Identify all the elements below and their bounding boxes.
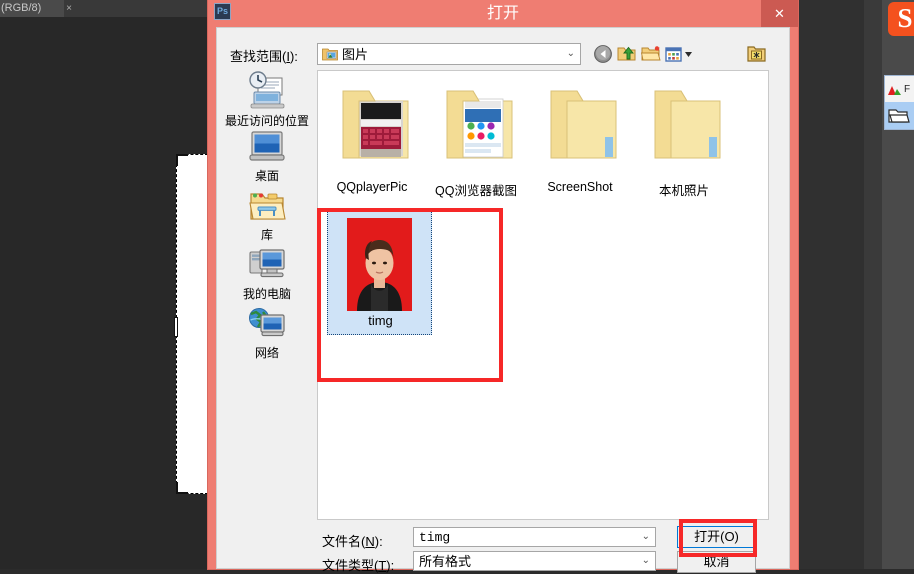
network-icon [249, 308, 285, 337]
document-tab-label: (RGB/8) [1, 2, 42, 14]
marquee-handle-middle[interactable] [174, 317, 178, 337]
snapseed-logo-icon: S [888, 2, 914, 36]
id-photo-image [347, 218, 412, 311]
recent-places-icon [249, 71, 285, 109]
marquee-corner-bottom-left [176, 482, 188, 494]
chevron-down-icon[interactable]: ⌄ [642, 555, 650, 566]
folder-label: ScreenShot [547, 180, 613, 194]
open-button[interactable]: 打开(O) [677, 526, 756, 548]
folder-item-qq-browser-screenshots[interactable]: QQ浏览器截图 [424, 79, 528, 199]
close-icon[interactable]: ✕ [761, 0, 798, 27]
library-icon [249, 193, 286, 220]
sidebar-item-network[interactable]: 网络 [217, 306, 317, 360]
sidebar-item-recent-places[interactable]: 最近访问的位置 [217, 70, 317, 128]
folder-icon [550, 90, 617, 159]
file-thumbnail [347, 218, 412, 311]
open-folder-icon [888, 108, 910, 123]
folder-label: 本机照片 [658, 184, 709, 198]
popup-menu-item-open[interactable] [885, 102, 914, 129]
file-type-label-pre: 文件类型( [322, 558, 379, 573]
file-name-label-post: ): [374, 534, 383, 549]
tools-folder-icon [747, 46, 766, 62]
file-type-label-post: ): [386, 558, 395, 573]
sidebar-item-library[interactable]: 库 [217, 188, 317, 242]
folder-item-local-photos[interactable]: 本机照片 [632, 79, 736, 199]
sidebar-item-label: 库 [260, 228, 273, 242]
file-list-view[interactable]: QQplayerPic QQ浏览器截图 ScreenShot 本机照片 timg [317, 70, 769, 520]
file-type-value: 所有格式 [419, 554, 472, 569]
folder-label: QQplayerPic [336, 180, 408, 194]
popup-menu-item-chart[interactable]: F [885, 76, 914, 102]
chevron-down-icon[interactable]: ⌄ [567, 48, 575, 59]
file-type-select[interactable]: 所有格式 ⌄ [413, 551, 656, 571]
photoshop-right-dark-panel [798, 0, 864, 569]
places-bar: 最近访问的位置 桌面 库 我的电脑 网络 [217, 70, 317, 525]
dialog-title-bar[interactable]: Ps 打开 ✕ [208, 0, 798, 27]
chevron-down-icon[interactable]: ⌄ [642, 531, 650, 542]
document-tab[interactable]: (RGB/8) [0, 0, 64, 17]
extra-folder-button[interactable] [746, 43, 768, 65]
folder-item-screenshot[interactable]: ScreenShot [528, 79, 632, 194]
new-folder-icon [640, 46, 661, 61]
up-folder-icon [617, 46, 636, 61]
pictures-folder-icon [322, 48, 338, 61]
file-label: timg [368, 313, 393, 328]
file-name-label-key: N [365, 534, 375, 549]
logo-letter: S [897, 3, 913, 33]
views-dropdown-icon [665, 47, 692, 62]
selection-marquee [176, 154, 208, 494]
new-folder-button[interactable] [640, 43, 662, 65]
sidebar-item-label: 网络 [254, 346, 279, 360]
my-computer-icon [249, 249, 285, 278]
dialog-title: 打开 [486, 5, 519, 22]
back-arrow-icon [594, 45, 612, 63]
file-name-value: timg [419, 530, 451, 545]
popup-menu-item-label: F [904, 83, 911, 95]
sidebar-item-label: 桌面 [254, 169, 279, 183]
look-in-label-pre: 查找范围( [230, 49, 287, 64]
file-name-label-pre: 文件名( [322, 534, 366, 549]
up-folder-button[interactable] [616, 43, 638, 65]
file-name-input[interactable]: timg ⌄ [413, 527, 656, 547]
look-in-value: 图片 [342, 47, 369, 62]
desktop-icon [249, 131, 285, 161]
look-in-label: 查找范围(I): [230, 46, 298, 65]
folder-label: QQ浏览器截图 [435, 184, 517, 198]
sidebar-item-desktop[interactable]: 桌面 [217, 129, 317, 183]
look-in-combobox[interactable]: 图片 ⌄ [317, 43, 581, 65]
look-in-label-post: ): [289, 49, 298, 64]
sidebar-item-label: 我的电脑 [242, 287, 291, 301]
marquee-corner-top-left [176, 154, 188, 166]
photoshop-right-strip [864, 0, 882, 569]
cancel-button[interactable]: 取消 [677, 551, 756, 573]
folder-icon [654, 90, 721, 159]
view-mode-button[interactable] [664, 43, 696, 65]
folder-item-qqplayerpic[interactable]: QQplayerPic [320, 79, 424, 194]
folder-icon [342, 90, 409, 159]
sidebar-item-label: 最近访问的位置 [224, 114, 309, 128]
file-type-label: 文件类型(T): [322, 555, 394, 574]
file-item-timg[interactable]: timg [327, 211, 432, 335]
sidebar-item-my-computer[interactable]: 我的电脑 [217, 247, 317, 301]
mountain-icon [888, 85, 901, 95]
folder-icon [446, 90, 513, 159]
open-file-dialog: Ps 打开 ✕ 查找范围(I): 图片 ⌄ 最近访问的位置 桌面 库 我的电脑 … [208, 0, 798, 573]
close-icon[interactable]: × [62, 0, 76, 17]
back-button[interactable] [592, 43, 614, 65]
file-name-label: 文件名(N): [322, 531, 383, 550]
